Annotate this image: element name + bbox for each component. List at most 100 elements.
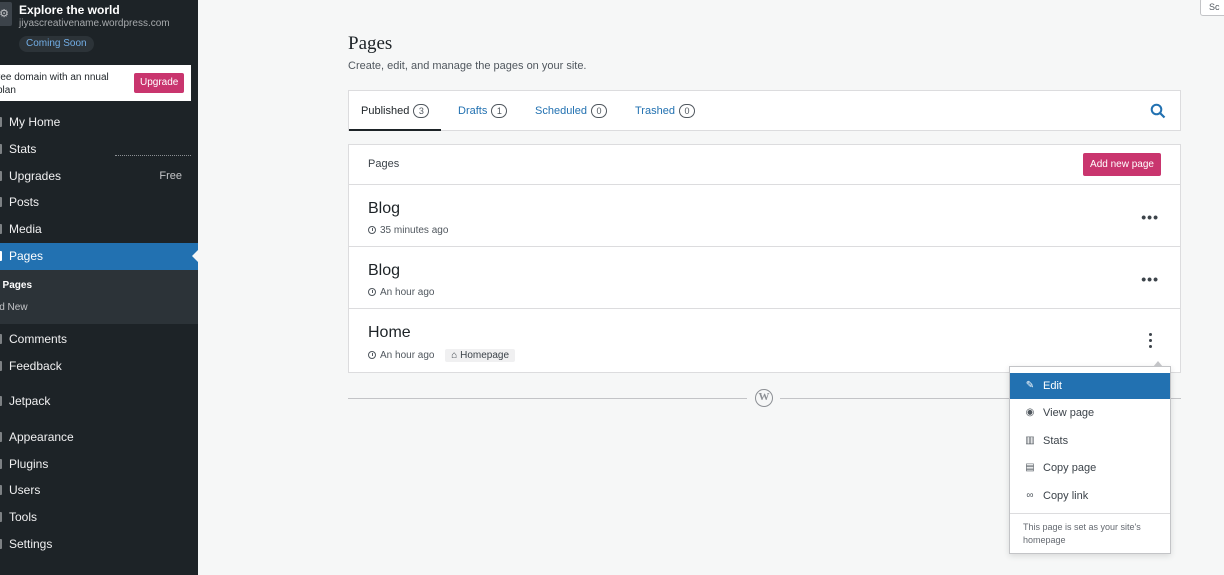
- stats-sparkline: [115, 155, 191, 156]
- free-label: Free: [159, 170, 182, 182]
- sidebar-item-posts[interactable]: Posts: [0, 190, 198, 214]
- sidebar-item-label: Media: [9, 222, 42, 236]
- users-icon: [0, 485, 2, 495]
- sidebar-item-pages[interactable]: Pages: [0, 243, 198, 270]
- submenu-all-pages[interactable]: l Pages: [0, 280, 32, 291]
- tab-label: Scheduled: [535, 105, 587, 117]
- sidebar-item-plugins[interactable]: Plugins: [0, 452, 198, 476]
- submenu-add-new[interactable]: ld New: [0, 302, 28, 313]
- media-icon: [0, 224, 2, 234]
- tools-icon: [0, 512, 2, 522]
- site-url[interactable]: jiyascreativename.wordpress.com: [19, 18, 170, 29]
- page-title-link[interactable]: Blog: [368, 200, 400, 218]
- wordpress-logo-icon: W: [755, 389, 773, 407]
- page-row[interactable]: Blog 35 minutes ago •••: [349, 185, 1180, 247]
- menu-item-label: Edit: [1043, 380, 1062, 392]
- coming-soon-badge[interactable]: Coming Soon: [19, 36, 94, 52]
- list-header-label: Pages: [368, 158, 400, 170]
- corner-button[interactable]: Sc: [1200, 0, 1224, 16]
- sidebar: ⚙ Explore the world jiyascreativename.wo…: [0, 0, 198, 575]
- menu-item-stats[interactable]: ▥ Stats: [1010, 428, 1170, 454]
- domain-upsell-banner: ree domain with an nnual plan Upgrade: [0, 65, 191, 101]
- sidebar-item-label: Upgrades: [9, 169, 62, 183]
- tab-count: 0: [678, 104, 695, 118]
- upgrade-button[interactable]: Upgrade: [134, 73, 185, 93]
- sidebar-item-appearance[interactable]: Appearance: [0, 425, 198, 449]
- upgrades-icon: [0, 171, 2, 181]
- clipboard-icon: ▤: [1025, 462, 1035, 473]
- page-meta: An hour ago: [368, 287, 435, 298]
- sidebar-item-label: Feedback: [9, 359, 62, 373]
- page-row[interactable]: Home An hour ago ⌂ Homepage: [349, 309, 1180, 371]
- tab-count: 0: [591, 104, 607, 118]
- feedback-icon: [0, 361, 2, 371]
- menu-item-copy-page[interactable]: ▤ Copy page: [1010, 455, 1170, 481]
- search-icon[interactable]: [1150, 103, 1166, 119]
- page-subtitle: Create, edit, and manage the pages on yo…: [348, 60, 587, 72]
- page-time: 35 minutes ago: [380, 225, 449, 236]
- page-title-link[interactable]: Home: [368, 324, 411, 342]
- sidebar-item-media[interactable]: Media: [0, 217, 198, 241]
- sidebar-item-settings[interactable]: Settings: [0, 532, 198, 556]
- posts-icon: [0, 197, 2, 207]
- sidebar-item-label: Tools: [9, 510, 38, 524]
- pencil-icon: ✎: [1025, 380, 1035, 391]
- page-meta: 35 minutes ago: [368, 225, 448, 236]
- pages-icon: [0, 251, 2, 261]
- stats-icon: [0, 144, 2, 154]
- tab-scheduled[interactable]: Scheduled 0: [535, 91, 607, 131]
- sidebar-item-label: Pages: [9, 249, 44, 263]
- homepage-badge: ⌂ Homepage: [445, 349, 516, 362]
- house-icon: ⌂: [451, 350, 458, 361]
- sidebar-item-label: Stats: [9, 142, 37, 156]
- status-tabs: Published 3 Drafts 1 Scheduled 0 Trashed 0: [348, 90, 1181, 131]
- sidebar-item-users[interactable]: Users: [0, 478, 198, 502]
- upsell-text: ree domain with an nnual plan: [0, 72, 109, 96]
- list-header: Pages Add new page: [349, 145, 1180, 185]
- sidebar-item-tools[interactable]: Tools: [0, 505, 198, 529]
- page-title-link[interactable]: Blog: [368, 262, 400, 280]
- tab-drafts[interactable]: Drafts 1: [458, 91, 508, 131]
- jetpack-icon: [0, 396, 2, 406]
- site-icon: ⚙: [0, 2, 12, 26]
- page-row[interactable]: Blog An hour ago •••: [349, 247, 1180, 309]
- sidebar-item-stats[interactable]: Stats: [0, 137, 198, 161]
- tab-count: 3: [413, 104, 430, 118]
- comments-icon: [0, 334, 2, 344]
- active-indicator: [192, 250, 198, 262]
- more-options-vertical-icon[interactable]: [1149, 333, 1153, 348]
- sidebar-item-label: Appearance: [9, 430, 74, 444]
- eye-icon: ◉: [1025, 407, 1035, 418]
- link-icon: ∞: [1026, 490, 1034, 501]
- footer-divider: [348, 398, 747, 399]
- sidebar-item-comments[interactable]: Comments: [0, 327, 198, 351]
- menu-item-copy-link[interactable]: ∞ Copy link: [1010, 483, 1170, 509]
- clock-icon: [368, 351, 376, 359]
- page-actions-menu: ✎ Edit ◉ View page ▥ Stats ▤ Copy page ∞…: [1009, 361, 1171, 554]
- site-card[interactable]: ⚙ Explore the world jiyascreativename.wo…: [0, 0, 198, 62]
- menu-item-view-page[interactable]: ◉ View page: [1010, 400, 1170, 426]
- tab-trashed[interactable]: Trashed 0: [635, 91, 695, 131]
- sidebar-item-feedback[interactable]: Feedback: [0, 354, 198, 378]
- sidebar-item-my-home[interactable]: My Home: [0, 110, 198, 134]
- menu-item-label: Stats: [1043, 435, 1069, 447]
- pages-list: Pages Add new page Blog 35 minutes ago •…: [348, 144, 1181, 373]
- sidebar-item-upgrades[interactable]: Upgrades Free: [0, 164, 198, 188]
- menu-item-label: Copy link: [1043, 490, 1089, 502]
- sidebar-item-jetpack[interactable]: Jetpack: [0, 389, 198, 413]
- more-options-icon[interactable]: •••: [1141, 271, 1159, 287]
- site-title[interactable]: Explore the world: [19, 3, 120, 17]
- clock-icon: [368, 288, 376, 296]
- more-options-icon[interactable]: •••: [1141, 209, 1159, 225]
- tab-label: Trashed: [635, 105, 675, 117]
- pages-submenu: l Pages ld New: [0, 270, 198, 324]
- homepage-badge-label: Homepage: [460, 350, 510, 361]
- menu-item-edit[interactable]: ✎ Edit: [1010, 373, 1170, 399]
- tab-label: Published: [361, 105, 410, 117]
- add-new-page-button[interactable]: Add new page: [1083, 153, 1161, 176]
- menu-item-label: Copy page: [1043, 462, 1097, 474]
- tab-published[interactable]: Published 3: [349, 91, 442, 131]
- sidebar-item-label: My Home: [9, 115, 61, 129]
- appearance-icon: [0, 432, 2, 442]
- sidebar-item-label: Plugins: [9, 457, 49, 471]
